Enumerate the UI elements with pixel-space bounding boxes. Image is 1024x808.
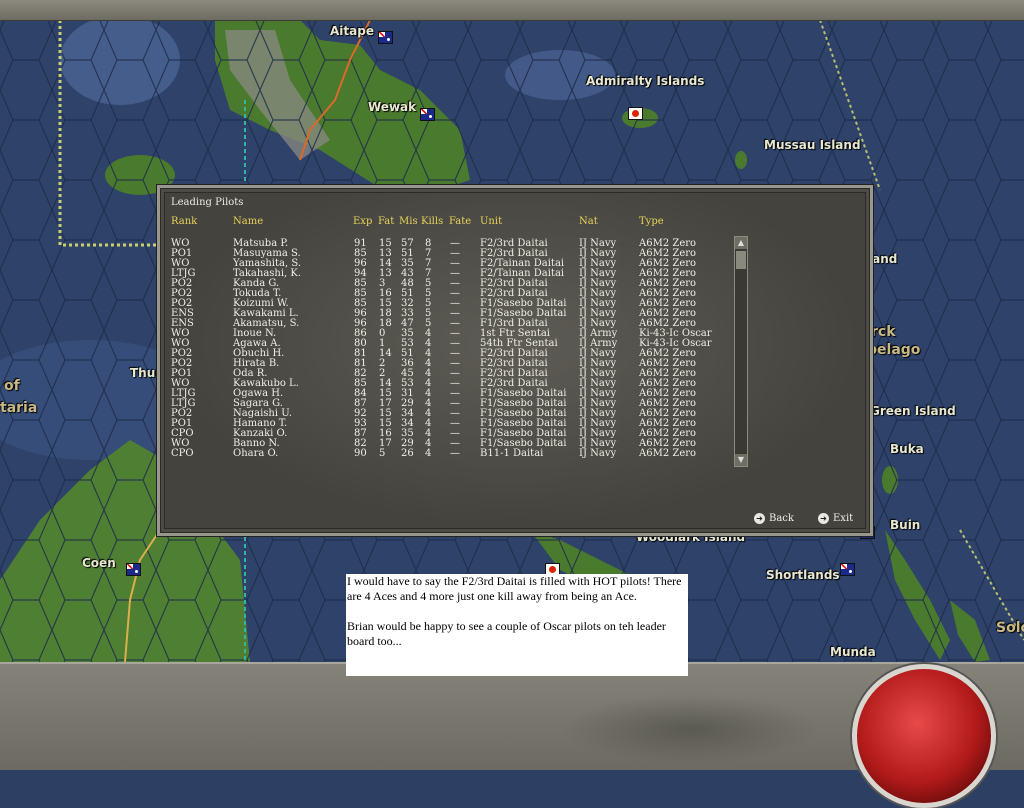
- pilot-exp: 90: [354, 448, 367, 459]
- australian-unit-icon[interactable]: [126, 563, 141, 576]
- pilot-nat: IJ Navy: [579, 448, 617, 459]
- australian-unit-icon[interactable]: [840, 563, 855, 576]
- exit-button[interactable]: ➜ Exit: [818, 513, 853, 524]
- map-label-shortlands: Shortlands: [766, 568, 840, 582]
- column-header-fat[interactable]: Fat: [378, 216, 394, 227]
- back-button[interactable]: ➜ Back: [754, 513, 794, 524]
- column-header-kills[interactable]: Kills: [421, 216, 443, 227]
- column-header-nat[interactable]: Nat: [579, 216, 598, 227]
- map-label-mussau-island: Mussau Island: [764, 138, 861, 152]
- pilot-rank: CPO: [171, 448, 194, 459]
- pilot-row[interactable]: CPO Ohara O. 90 5 26 4 — B11-1 Daitai IJ Navy A6M…: [160, 449, 760, 459]
- map-label-wewak: Wewak: [368, 100, 417, 114]
- map-label-munda: Munda: [830, 645, 876, 659]
- map-label-bismarck: rck: [871, 324, 896, 340]
- pilot-fate: —: [450, 448, 460, 459]
- map-label-carpentaria: taria: [0, 400, 38, 416]
- map-label-aitape: Aitape: [330, 24, 374, 38]
- map-label-green-island: Green Island: [870, 404, 956, 418]
- column-header-fate[interactable]: Fate: [449, 216, 471, 227]
- australian-unit-icon[interactable]: [420, 108, 435, 121]
- scroll-thumb[interactable]: [736, 251, 746, 269]
- scrollbar[interactable]: ▲ ▼: [734, 236, 748, 467]
- comment-paragraph: I would have to say the F2/3rd Daitai is…: [347, 574, 682, 603]
- pilot-unit: B11-1 Daitai: [480, 448, 544, 459]
- scroll-up-icon[interactable]: ▲: [735, 237, 747, 249]
- map-label-admiralty-islands: Admiralty Islands: [586, 74, 705, 88]
- exit-button-label: Exit: [833, 513, 854, 524]
- arrow-right-icon: ➜: [754, 513, 765, 524]
- pilot-fat: 5: [379, 448, 386, 459]
- map-label-buka: Buka: [890, 442, 924, 456]
- scroll-down-icon[interactable]: ▼: [735, 454, 747, 466]
- column-header-unit[interactable]: Unit: [480, 216, 502, 227]
- column-header-mis[interactable]: Mis: [399, 216, 418, 227]
- pilot-kills: 4: [425, 448, 432, 459]
- column-header-name[interactable]: Name: [233, 216, 263, 227]
- end-turn-button[interactable]: [852, 664, 996, 808]
- column-header-rank[interactable]: Rank: [171, 216, 197, 227]
- pilot-mis: 26: [401, 448, 414, 459]
- forum-comment-box: I would have to say the F2/3rd Daitai is…: [346, 574, 688, 676]
- column-header-type[interactable]: Type: [639, 216, 664, 227]
- map-label-gulf-of: of: [4, 378, 20, 394]
- map-label-buin: Buin: [890, 518, 921, 532]
- back-button-label: Back: [769, 513, 794, 524]
- leading-pilots-window: Leading Pilots Rank Name Exp Fat Mis Kil…: [157, 185, 873, 536]
- arrow-right-icon: ➜: [818, 513, 829, 524]
- window-title: Leading Pilots: [171, 197, 244, 208]
- pilot-type: A6M2 Zero: [639, 448, 697, 459]
- japanese-unit-icon[interactable]: [628, 107, 643, 120]
- map-label-coen: Coen: [82, 556, 116, 570]
- column-header-exp[interactable]: Exp: [353, 216, 372, 227]
- map-label-solomons: Solo: [996, 620, 1024, 636]
- pilot-name: Ohara O.: [233, 448, 279, 459]
- australian-unit-icon[interactable]: [378, 31, 393, 44]
- comment-paragraph: Brian would be happy to see a couple of …: [347, 619, 666, 648]
- top-toolbar: [0, 0, 1024, 21]
- map-label-archipelago: pelago: [867, 342, 921, 358]
